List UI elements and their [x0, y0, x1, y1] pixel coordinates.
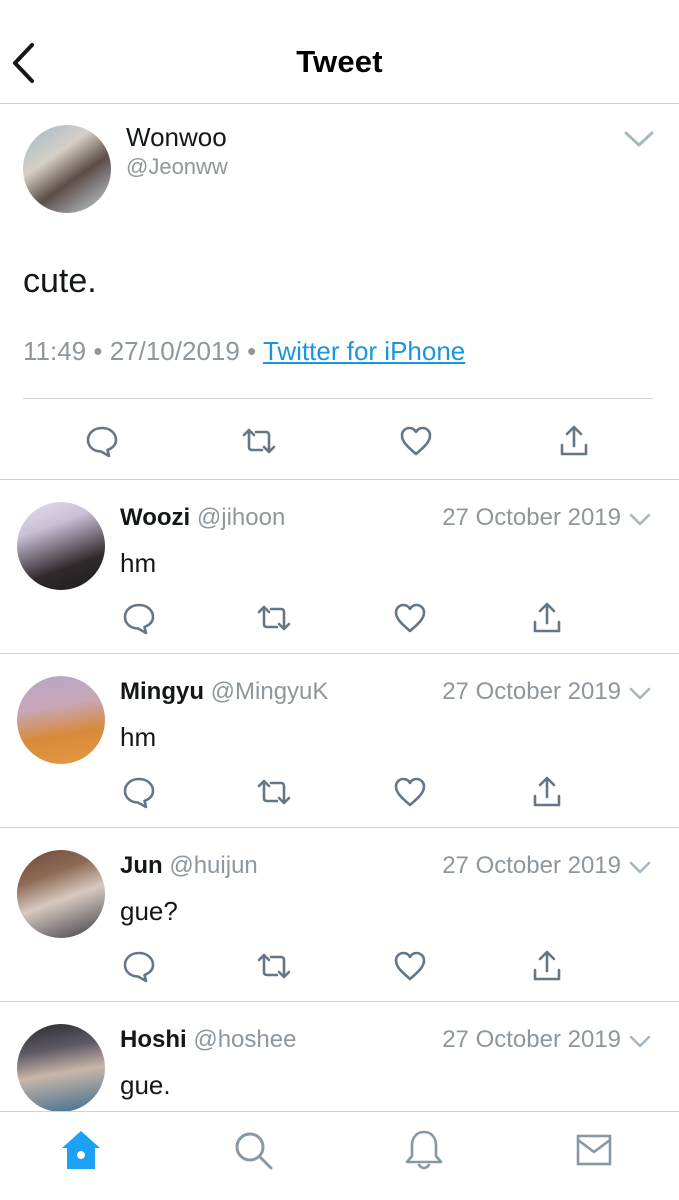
reply-actions — [0, 774, 679, 814]
home-icon — [62, 1131, 100, 1169]
chevron-down-icon — [624, 131, 654, 147]
reply-icon — [123, 603, 155, 635]
retweet-icon — [242, 428, 276, 454]
share-button[interactable] — [529, 948, 565, 984]
tweet-actions — [0, 399, 679, 479]
heart-icon — [400, 426, 432, 456]
retweet-icon — [257, 779, 291, 805]
reply-menu-button[interactable] — [628, 1034, 652, 1050]
reply-handle: @jihoon — [196, 504, 286, 531]
reply-author[interactable]: Hoshi @hoshee — [120, 1026, 296, 1054]
heart-icon — [394, 603, 426, 633]
like-button[interactable] — [392, 600, 428, 636]
reply-tweet[interactable]: Jun @huijun 27 October 2019 gue? — [0, 828, 679, 1002]
reply-date: 27 October 2019 — [442, 504, 621, 531]
reply-menu-button[interactable] — [628, 860, 652, 876]
reply-icon — [86, 426, 118, 458]
chevron-down-icon — [629, 861, 651, 874]
reply-menu-button[interactable] — [628, 686, 652, 702]
avatar[interactable] — [17, 676, 105, 764]
tab-notifications[interactable] — [402, 1128, 446, 1172]
reply-author[interactable]: Mingyu @MingyuK — [120, 678, 328, 706]
reply-menu-button[interactable] — [628, 512, 652, 528]
reply-tweet[interactable]: Woozi @jihoon 27 October 2019 hm — [0, 480, 679, 654]
messages-icon — [576, 1134, 612, 1166]
reply-tweet[interactable]: Mingyu @MingyuK 27 October 2019 hm — [0, 654, 679, 828]
reply-button[interactable] — [121, 948, 157, 984]
main-tweet: Wonwoo @Jeonww cute. 11:49 • 27/10/2019 … — [0, 104, 679, 480]
reply-text: gue? — [120, 896, 178, 926]
page-title: Tweet — [296, 44, 383, 79]
reply-text: hm — [120, 548, 157, 578]
retweet-icon — [257, 953, 291, 979]
reply-date: 27 October 2019 — [442, 678, 621, 705]
reply-button[interactable] — [84, 423, 120, 459]
share-icon — [533, 776, 561, 807]
reply-date: 27 October 2019 — [442, 1026, 621, 1053]
reply-handle: @MingyuK — [210, 678, 329, 705]
meta-separator: • — [86, 336, 110, 366]
avatar[interactable] — [17, 850, 105, 938]
search-icon — [235, 1132, 273, 1170]
tab-bar — [0, 1111, 679, 1200]
reply-button[interactable] — [121, 600, 157, 636]
share-icon — [533, 950, 561, 981]
tab-home[interactable] — [59, 1128, 103, 1172]
like-button[interactable] — [398, 423, 434, 459]
chevron-down-icon — [629, 687, 651, 700]
reply-handle: @hoshee — [193, 1026, 297, 1053]
avatar[interactable] — [17, 1024, 105, 1112]
reply-text: hm — [120, 722, 157, 752]
share-icon — [560, 425, 588, 456]
heart-icon — [394, 951, 426, 981]
heart-icon — [394, 777, 426, 807]
notifications-icon — [405, 1130, 443, 1170]
chevron-down-icon — [629, 513, 651, 526]
tweet-date: 27/10/2019 — [109, 336, 240, 366]
retweet-icon — [257, 605, 291, 631]
reply-actions — [0, 948, 679, 988]
tweet-text: cute. — [23, 262, 97, 300]
like-button[interactable] — [392, 948, 428, 984]
retweet-button[interactable] — [256, 948, 292, 984]
retweet-button[interactable] — [256, 600, 292, 636]
meta-separator: • — [239, 336, 263, 366]
reply-handle: @huijun — [169, 852, 258, 879]
reply-actions — [0, 600, 679, 640]
share-button[interactable] — [556, 423, 592, 459]
reply-text: gue. — [120, 1070, 171, 1100]
share-button[interactable] — [529, 600, 565, 636]
tweet-time: 11:49 — [23, 336, 87, 366]
author-handle[interactable]: @Jeonww — [126, 154, 228, 180]
share-button[interactable] — [529, 774, 565, 810]
tweet-source-link[interactable]: Twitter for iPhone — [263, 336, 465, 366]
avatar[interactable] — [23, 125, 111, 213]
tweet-meta: 11:49 • 27/10/2019 • Twitter for iPhone — [23, 336, 465, 367]
reply-author[interactable]: Woozi @jihoon — [120, 504, 285, 532]
retweet-button[interactable] — [241, 423, 277, 459]
tab-search[interactable] — [231, 1128, 275, 1172]
reply-icon — [123, 951, 155, 983]
like-button[interactable] — [392, 774, 428, 810]
reply-date: 27 October 2019 — [442, 852, 621, 879]
retweet-button[interactable] — [256, 774, 292, 810]
reply-button[interactable] — [121, 774, 157, 810]
top-bar: Tweet — [0, 0, 679, 104]
share-icon — [533, 602, 561, 633]
reply-author[interactable]: Jun @huijun — [120, 852, 258, 880]
tweet-menu-button[interactable] — [622, 128, 656, 150]
chevron-down-icon — [629, 1035, 651, 1048]
author-name[interactable]: Wonwoo — [126, 122, 227, 153]
reply-icon — [123, 777, 155, 809]
avatar[interactable] — [17, 502, 105, 590]
tab-messages[interactable] — [572, 1128, 616, 1172]
